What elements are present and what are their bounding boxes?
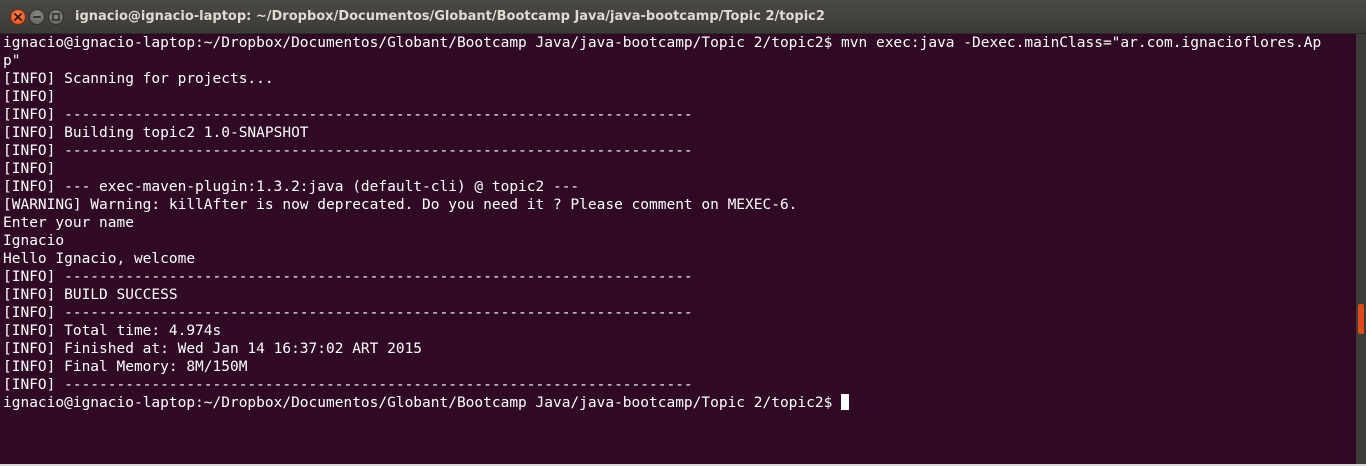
terminal-line: ignacio@ignacio-laptop:~/Dropbox/Documen…	[3, 35, 1322, 51]
terminal-line: [INFO]	[3, 161, 56, 177]
terminal-line: [WARNING] Warning: killAfter is now depr…	[3, 197, 798, 213]
prompt-line[interactable]: ignacio@ignacio-laptop:~/Dropbox/Documen…	[3, 394, 1356, 412]
terminal-output[interactable]: ignacio@ignacio-laptop:~/Dropbox/Documen…	[0, 34, 1356, 466]
terminal-line: [INFO] ---------------------------------…	[3, 107, 693, 123]
terminal-line: [INFO] Final Memory: 8M/150M	[3, 359, 248, 375]
terminal-line: [INFO]	[3, 89, 56, 105]
terminal-line: [INFO] Finished at: Wed Jan 14 16:37:02 …	[3, 341, 423, 357]
terminal-line: Enter your name	[3, 215, 134, 231]
terminal-line: [INFO] Total time: 4.974s	[3, 323, 222, 339]
window-title: ignacio@ignacio-laptop: ~/Dropbox/Docume…	[75, 9, 825, 24]
terminal-line: [INFO] BUILD SUCCESS	[3, 287, 178, 303]
minimize-button[interactable]	[29, 9, 45, 25]
terminal-window: ignacio@ignacio-laptop: ~/Dropbox/Docume…	[0, 0, 1366, 466]
close-icon	[14, 13, 22, 21]
terminal-line: [INFO] Building topic2 1.0-SNAPSHOT	[3, 125, 309, 141]
minimize-icon	[33, 16, 41, 18]
maximize-icon	[52, 13, 60, 21]
terminal-line: [INFO] --- exec-maven-plugin:1.3.2:java …	[3, 179, 580, 195]
scrollbar-thumb[interactable]	[1358, 304, 1364, 334]
terminal-line: Ignacio	[3, 233, 65, 249]
terminal-text: ignacio@ignacio-laptop:~/Dropbox/Documen…	[0, 34, 1356, 412]
terminal-line: [INFO] ---------------------------------…	[3, 305, 693, 321]
terminal-line: Hello Ignacio, welcome	[3, 251, 196, 267]
close-button[interactable]	[10, 9, 26, 25]
scrollbar[interactable]	[1356, 34, 1366, 466]
text-cursor	[841, 394, 850, 410]
terminal-line: [INFO] ---------------------------------…	[3, 377, 693, 393]
maximize-button[interactable]	[48, 9, 64, 25]
terminal-line: [INFO] ---------------------------------…	[3, 143, 693, 159]
terminal-line: [INFO] ---------------------------------…	[3, 269, 693, 285]
terminal-line: p"	[3, 53, 21, 69]
title-bar[interactable]: ignacio@ignacio-laptop: ~/Dropbox/Docume…	[0, 0, 1366, 34]
shell-prompt: ignacio@ignacio-laptop:~/Dropbox/Documen…	[3, 395, 842, 411]
terminal-line: [INFO] Scanning for projects...	[3, 71, 274, 87]
